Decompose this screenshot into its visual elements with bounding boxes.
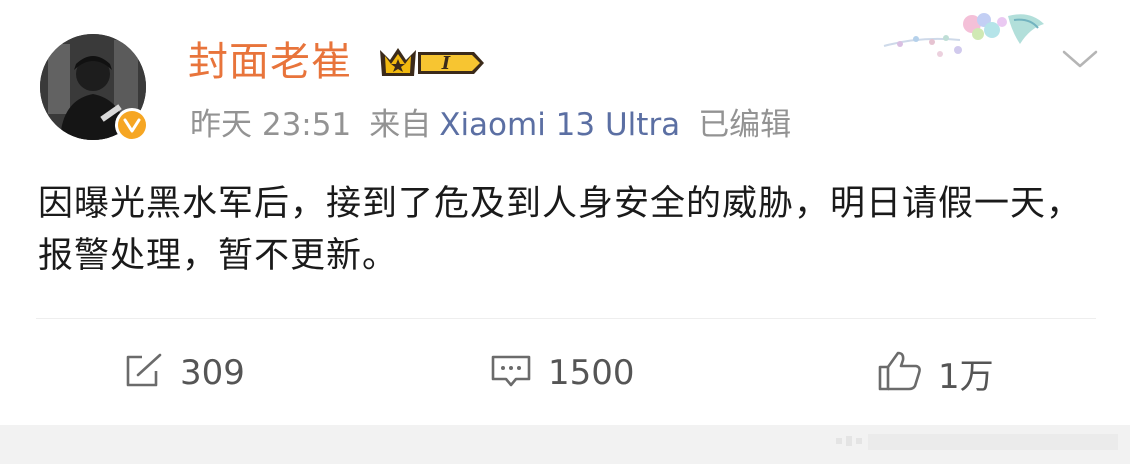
post-time: 昨天 23:51 bbox=[190, 107, 352, 143]
repost-button[interactable]: 309 bbox=[122, 344, 245, 402]
source-prefix: 来自 bbox=[369, 107, 432, 143]
repost-count: 309 bbox=[180, 353, 245, 393]
watermark-dots bbox=[836, 432, 1126, 458]
verified-badge bbox=[115, 108, 149, 142]
thumbs-up-icon bbox=[876, 349, 924, 397]
divider bbox=[36, 318, 1096, 319]
edited-label[interactable]: 已编辑 bbox=[698, 107, 791, 143]
repost-icon bbox=[122, 351, 166, 395]
verified-v-icon bbox=[118, 111, 146, 139]
weibo-post-card: 封面老崔 I 昨天 23:51 来自 Xiaomi 13 Ultra 已编辑 因… bbox=[0, 0, 1130, 425]
post-meta: 昨天 23:51 来自 Xiaomi 13 Ultra 已编辑 bbox=[190, 104, 791, 146]
like-count: 1万 bbox=[938, 356, 994, 397]
username[interactable]: 封面老崔 bbox=[188, 36, 352, 88]
vip-crown-badge[interactable]: I bbox=[376, 42, 488, 86]
comment-icon bbox=[488, 351, 534, 395]
like-button[interactable]: 1万 bbox=[876, 344, 994, 402]
device-name[interactable]: Xiaomi 13 Ultra bbox=[439, 107, 680, 143]
comment-button[interactable]: 1500 bbox=[488, 344, 635, 402]
chevron-down-icon[interactable] bbox=[1060, 46, 1100, 76]
post-content: 因曝光黑水军后，接到了危及到人身安全的威胁，明日请假一天，报警处理，暂不更新。 bbox=[38, 184, 1083, 276]
vip-level: I bbox=[441, 53, 451, 74]
comment-count: 1500 bbox=[548, 353, 635, 393]
card-decoration bbox=[880, 6, 1050, 70]
